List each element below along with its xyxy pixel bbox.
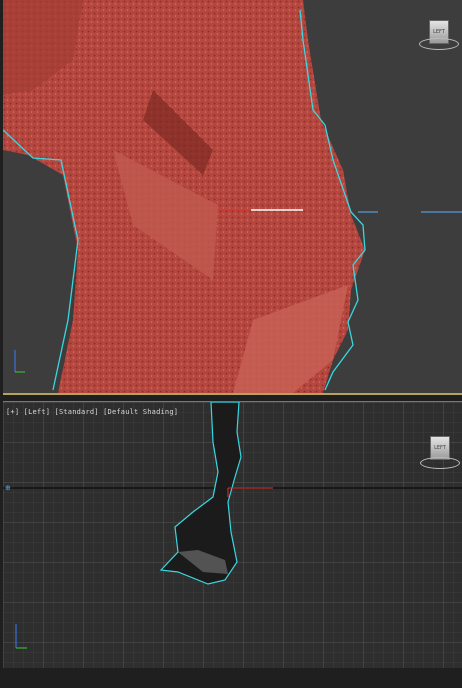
axis-marker: ⊕ [5,484,11,492]
viewcube-ring[interactable] [420,457,460,469]
viewcube-label: LEFT [433,29,445,35]
axis-tripod-icon [14,350,25,373]
viewport-label[interactable]: [+] [Left] [Standard] [Default Shading] [6,408,178,416]
viewcube-ring[interactable] [419,38,459,50]
viewcube-label: LEFT [434,445,446,451]
viewport-left[interactable]: ⊕ [+] [Left] [Standard] [Default Shading… [3,401,462,669]
viewport-frame-bottom [0,668,462,688]
left-viewport-canvas[interactable]: ⊕ [3,402,462,669]
top-viewport-canvas[interactable] [3,0,462,393]
viewport-top[interactable]: LEFT [3,0,462,395]
